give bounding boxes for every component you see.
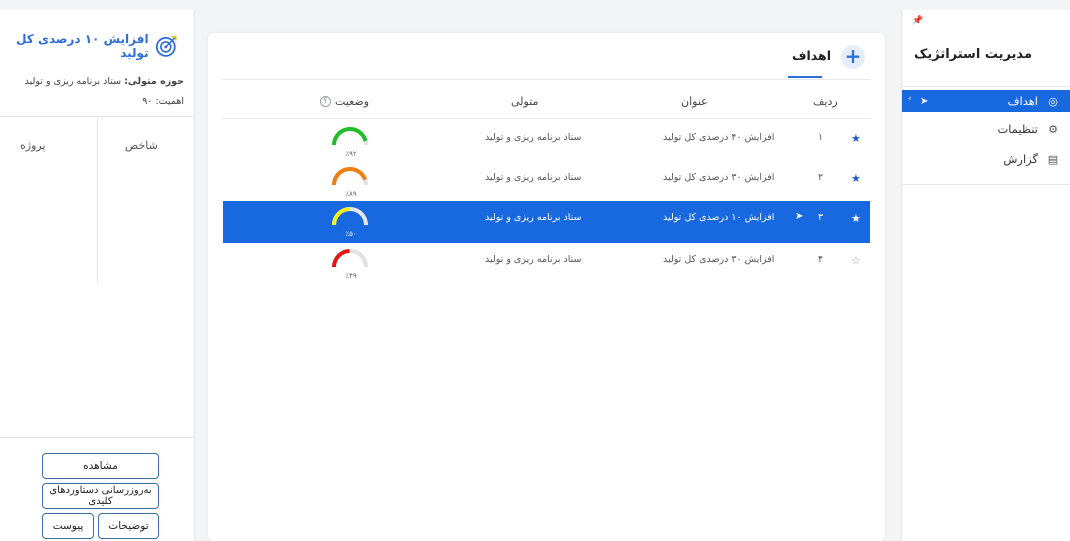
app-title: مدیریت استراتژیک	[914, 47, 1032, 62]
goal-detail-header: افزایش ۱۰ درصدی کل تولید حوزه متولی: ستا…	[0, 10, 194, 117]
status-gauge: ٪۵۰	[332, 207, 368, 238]
status-gauge: ٪۹۲	[332, 127, 368, 158]
goal-owner: ستاد برنامه ریزی و تولید	[485, 172, 582, 183]
goal-owner: ستاد برنامه ریزی و تولید	[485, 132, 582, 143]
tab-goals[interactable]: اهداف	[792, 48, 831, 63]
star-outline-icon[interactable]: ☆	[851, 254, 861, 267]
sidebar-item-settings[interactable]: ⚙ تنظیمات	[902, 118, 1070, 140]
gear-icon: ⚙	[1048, 122, 1058, 136]
status-percent: ٪۸۹	[345, 190, 357, 198]
goal-owner: ستاد برنامه ریزی و تولید	[485, 254, 582, 265]
column-divider	[97, 118, 98, 283]
status-gauge: ٪۴۹	[332, 249, 368, 280]
sidebar-item-goals[interactable]: ◎ اهداف ‹ ➤	[902, 90, 1070, 112]
clipboard-icon: ▤	[1047, 152, 1059, 166]
target-icon	[155, 36, 177, 57]
goal-detail-panel: افزایش ۱۰ درصدی کل تولید حوزه متولی: ستا…	[0, 10, 195, 541]
status-gauge: ٪۸۹	[332, 167, 368, 198]
importance-label: اهمیت:	[155, 96, 184, 107]
target-icon: ◎	[1048, 94, 1058, 108]
view-button[interactable]: مشاهده	[42, 453, 159, 479]
goal-title: افزایش ۱۰ درصدی کل تولید	[663, 212, 775, 223]
goal-detail-title-row: افزایش ۱۰ درصدی کل تولید	[0, 32, 178, 60]
add-goal-button[interactable]: +	[841, 45, 865, 69]
status-percent: ٪۴۹	[345, 272, 357, 280]
status-percent: ٪۵۰	[345, 230, 356, 238]
active-tab-indicator	[788, 76, 822, 78]
sidebar-item-label: اهداف	[1007, 94, 1038, 108]
star-icon[interactable]: ★	[851, 132, 861, 145]
description-button[interactable]: توضیحات	[98, 513, 159, 539]
cursor-icon: ➤	[795, 211, 804, 222]
star-icon[interactable]: ★	[851, 212, 861, 225]
project-column-header: پروژه	[20, 139, 46, 152]
table-row[interactable]: ☆ ۴ افزایش ۳۰ درصدی کل تولید ستاد برنامه…	[223, 243, 870, 285]
plus-icon: +	[844, 44, 862, 68]
row-number: ۱	[818, 132, 824, 143]
row-number: ۳	[818, 212, 824, 223]
divider	[902, 86, 1070, 87]
goal-title: افزایش ۳۰ درصدی کل تولید	[663, 254, 775, 265]
row-number: ۲	[818, 172, 824, 183]
cursor-icon: ➤	[920, 96, 929, 107]
pin-icon[interactable]: 📌	[912, 16, 923, 26]
importance-value: ۹۰	[142, 96, 153, 107]
attachment-button[interactable]: پیوست	[42, 513, 94, 539]
status-column-label: وضعیت	[335, 95, 370, 108]
status-column-header: وضعیت ؟	[320, 95, 369, 108]
star-icon[interactable]: ★	[851, 172, 861, 185]
kpi-project-table: شاخص پروژه	[0, 118, 194, 283]
goal-title: افزایش ۴۰ درصدی کل تولید	[663, 132, 775, 143]
status-percent: ٪۹۲	[345, 150, 357, 158]
sidebar: 📌 مدیریت استراتژیک ◎ اهداف ‹ ➤ ⚙ تنظیمات…	[901, 10, 1070, 541]
goal-detail-title: افزایش ۱۰ درصدی کل تولید	[16, 32, 149, 60]
divider	[222, 79, 871, 80]
goal-owner: ستاد برنامه ریزی و تولید	[485, 212, 582, 223]
owner-area: حوزه متولی: ستاد برنامه ریزی و تولید	[25, 76, 184, 87]
owner-area-label: حوزه متولی:	[124, 76, 184, 87]
sidebar-item-report[interactable]: ▤ گزارش	[902, 148, 1070, 170]
chevron-left-icon: ‹	[908, 94, 912, 104]
table-row[interactable]: ★ ۲ افزایش ۳۰ درصدی کل تولید ستاد برنامه…	[223, 161, 870, 203]
title-column-header: عنوان	[681, 95, 708, 108]
importance: اهمیت: ۹۰	[142, 96, 184, 107]
owner-area-value: ستاد برنامه ریزی و تولید	[24, 76, 122, 87]
divider	[0, 437, 194, 438]
table-row-selected[interactable]: ★ ۳ ➤ افزایش ۱۰ درصدی کل تولید ستاد برنا…	[223, 201, 870, 243]
sidebar-item-label: گزارش	[1003, 152, 1038, 166]
sidebar-item-label: تنظیمات	[997, 122, 1038, 136]
divider	[902, 184, 1070, 185]
owner-column-header: متولی	[511, 95, 539, 108]
goals-card-header: + اهداف	[208, 33, 885, 79]
row-column-header: ردیف	[813, 95, 838, 108]
goal-title: افزایش ۳۰ درصدی کل تولید	[663, 172, 775, 183]
row-number: ۴	[818, 254, 824, 265]
table-row[interactable]: ★ ۱ افزایش ۴۰ درصدی کل تولید ستاد برنامه…	[223, 121, 870, 163]
update-key-results-button[interactable]: به‌روزرسانی دستاوردهای کلیدی	[42, 483, 159, 509]
kpi-column-header: شاخص	[125, 139, 158, 152]
goals-card: + اهداف ردیف عنوان متولی وضعیت ؟ ★ ۱ افز…	[208, 33, 885, 541]
divider	[222, 118, 871, 119]
help-icon[interactable]: ؟	[320, 96, 331, 107]
